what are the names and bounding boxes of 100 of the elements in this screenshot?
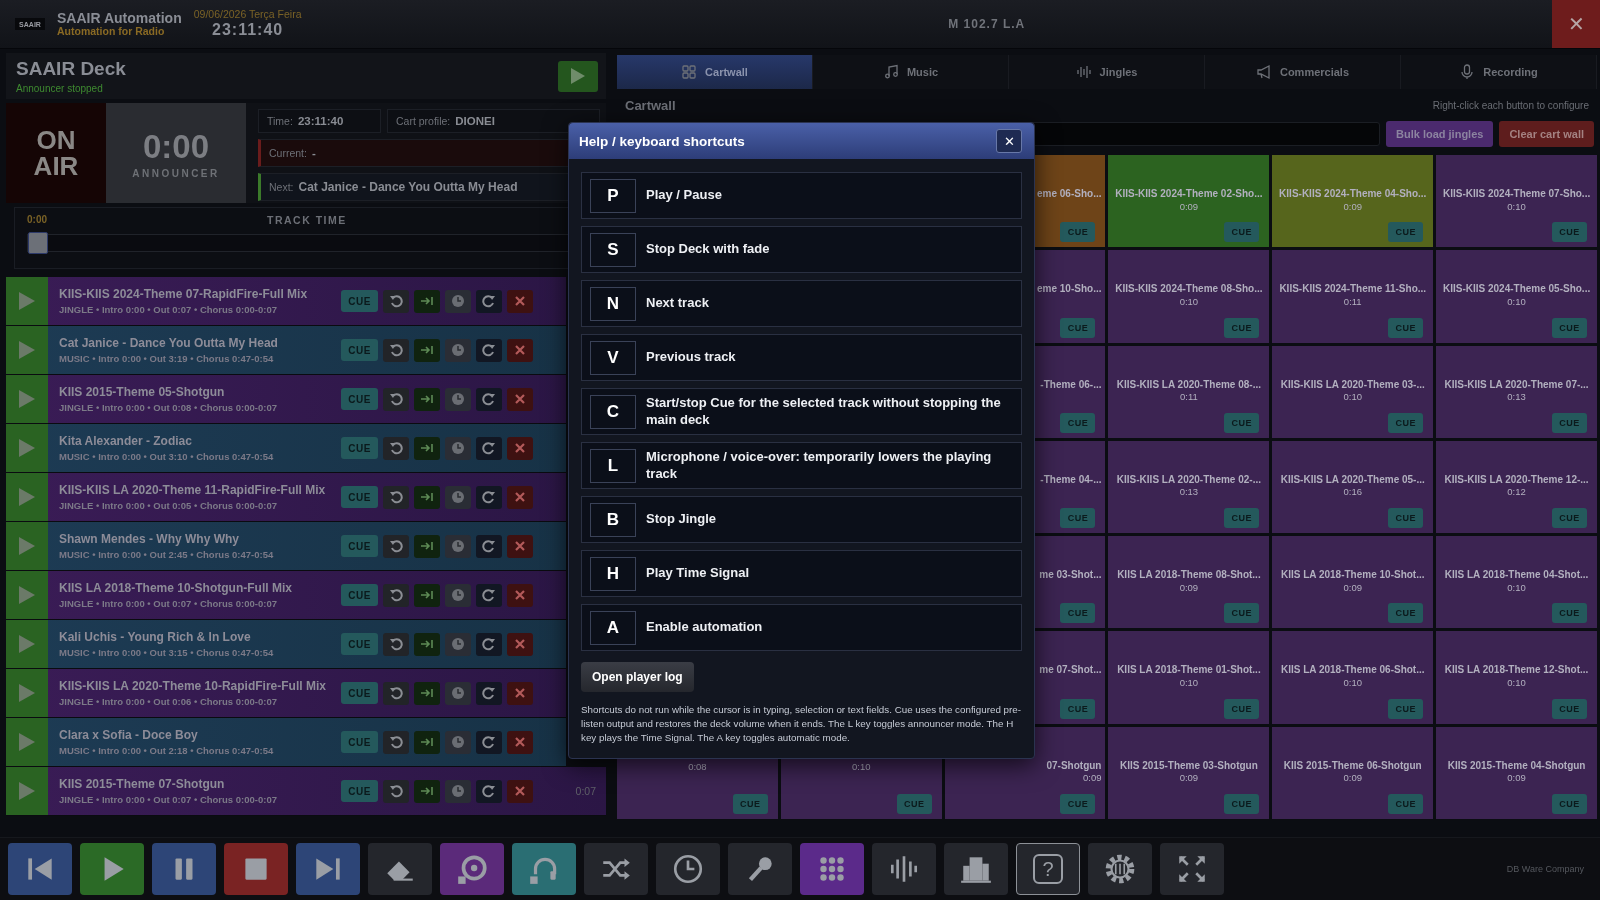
- repeat-button[interactable]: [476, 632, 502, 656]
- remove-button[interactable]: [507, 681, 533, 705]
- cue-button[interactable]: CUE: [1388, 222, 1424, 243]
- rewind-button[interactable]: [383, 387, 409, 411]
- cue-button[interactable]: CUE: [341, 780, 378, 802]
- cue-button[interactable]: CUE: [1388, 508, 1424, 529]
- cue-button[interactable]: CUE: [341, 290, 378, 312]
- skip-to-end-button[interactable]: [414, 779, 440, 803]
- cart-button[interactable]: KIIS LA 2018-Theme 10-Shot... 0:09 CUE: [1272, 536, 1434, 629]
- rewind-button[interactable]: [383, 632, 409, 656]
- close-button[interactable]: ✕: [1552, 0, 1600, 48]
- repeat-button[interactable]: [476, 289, 502, 313]
- cart-button[interactable]: KIIS-KIIS 2024-Theme 05-Sho... 0:10 CUE: [1436, 250, 1597, 343]
- remove-button[interactable]: [507, 632, 533, 656]
- skip-to-end-button[interactable]: [414, 338, 440, 362]
- cue-button[interactable]: CUE: [341, 633, 378, 655]
- remove-button[interactable]: [507, 289, 533, 313]
- playlist-row[interactable]: Kita Alexander - Zodiac MUSIC • Intro 0:00 • Out 3:10 • Chorus 0:47-0:54 CUE: [6, 424, 566, 473]
- help-button[interactable]: ?: [1016, 843, 1080, 895]
- playlist-row[interactable]: KIIS-KIIS 2024-Theme 07-RapidFire-Full Mix JINGLE • Intro 0:00 • Out 0:07 • Chorus 0:00-0:07 CUE: [6, 277, 566, 326]
- schedule-button[interactable]: [445, 485, 471, 509]
- cue-button[interactable]: CUE: [341, 584, 378, 606]
- schedule-button[interactable]: [445, 681, 471, 705]
- playlist-row[interactable]: KIIS-KIIS LA 2020-Theme 10-RapidFire-Full Mix JINGLE • Intro 0:00 • Out 0:06 • Chorus 0:00-0:07 CUE: [6, 669, 566, 718]
- cartwall-button[interactable]: [800, 843, 864, 895]
- cue-button[interactable]: CUE: [1552, 794, 1587, 814]
- repeat-button[interactable]: [476, 583, 502, 607]
- cue-button[interactable]: CUE: [1224, 508, 1260, 529]
- shuffle-button[interactable]: [584, 843, 648, 895]
- remove-button[interactable]: [507, 387, 533, 411]
- cart-button[interactable]: KIIS-KIIS LA 2020-Theme 02-... 0:13 CUE: [1108, 440, 1270, 534]
- playlist-row[interactable]: KIIS 2015-Theme 07-Shotgun JINGLE • Intro 0:00 • Out 0:07 • Chorus 0:00-0:07 CUE 0:07: [6, 767, 606, 816]
- skip-to-end-button[interactable]: [414, 387, 440, 411]
- skip-to-end-button[interactable]: [414, 583, 440, 607]
- skip-to-end-button[interactable]: [414, 289, 440, 313]
- rewind-button[interactable]: [383, 338, 409, 362]
- cue-button[interactable]: CUE: [1552, 698, 1587, 719]
- repeat-button[interactable]: [476, 338, 502, 362]
- repeat-button[interactable]: [476, 681, 502, 705]
- clock-button[interactable]: [656, 843, 720, 895]
- headphones-button[interactable]: [512, 843, 576, 895]
- schedule-button[interactable]: [445, 387, 471, 411]
- schedule-button[interactable]: [445, 534, 471, 558]
- cue-button[interactable]: CUE: [1388, 794, 1424, 814]
- rewind-button[interactable]: [383, 436, 409, 460]
- cue-button[interactable]: CUE: [1552, 603, 1587, 624]
- previous-button[interactable]: [8, 843, 72, 895]
- cart-button[interactable]: KIIS LA 2018-Theme 04-Shot... 0:10 CUE: [1436, 536, 1597, 629]
- remove-button[interactable]: [507, 338, 533, 362]
- pause-button[interactable]: [152, 843, 216, 895]
- cue-button[interactable]: CUE: [1060, 603, 1096, 624]
- cue-button[interactable]: CUE: [341, 388, 378, 410]
- cart-button[interactable]: KIIS-KIIS 2024-Theme 11-Sho... 0:11 CUE: [1272, 250, 1434, 343]
- cue-button[interactable]: CUE: [341, 339, 378, 361]
- open-log-button[interactable]: Open player log: [581, 662, 694, 692]
- skip-to-end-button[interactable]: [414, 534, 440, 558]
- rewind-button[interactable]: [383, 289, 409, 313]
- repeat-button[interactable]: [476, 485, 502, 509]
- cue-button[interactable]: CUE: [1552, 222, 1587, 243]
- cart-button[interactable]: KIIS-KIIS 2024-Theme 04-Sho... 0:09 CUE: [1272, 155, 1434, 248]
- cart-button[interactable]: KIIS LA 2018-Theme 08-Shot... 0:09 CUE: [1108, 536, 1270, 629]
- slider-thumb[interactable]: [28, 232, 48, 254]
- cart-button[interactable]: KIIS-KIIS 2024-Theme 02-Sho... 0:09 CUE: [1108, 155, 1270, 248]
- play-button[interactable]: [558, 60, 598, 92]
- rewind-button[interactable]: [383, 534, 409, 558]
- cart-button[interactable]: KIIS 2015-Theme 04-Shotgun 0:09 CUE: [1436, 726, 1597, 819]
- cue-button[interactable]: CUE: [1060, 317, 1096, 338]
- play-button[interactable]: [80, 843, 144, 895]
- cue-button[interactable]: CUE: [1224, 603, 1260, 624]
- cue-button[interactable]: CUE: [1060, 698, 1096, 719]
- cue-button[interactable]: CUE: [1224, 794, 1260, 814]
- settings-button[interactable]: [1088, 843, 1152, 895]
- cart-button[interactable]: KIIS-KIIS LA 2020-Theme 12-... 0:12 CUE: [1436, 440, 1597, 534]
- cue-button[interactable]: CUE: [1388, 412, 1424, 433]
- cue-button[interactable]: CUE: [1552, 412, 1587, 433]
- cue-button[interactable]: CUE: [341, 535, 378, 557]
- cue-button[interactable]: CUE: [1224, 317, 1260, 338]
- skip-to-end-button[interactable]: [414, 436, 440, 460]
- playlist-row[interactable]: KIIS LA 2018-Theme 10-Shotgun-Full Mix JINGLE • Intro 0:00 • Out 0:07 • Chorus 0:00-0:07 CUE: [6, 571, 566, 620]
- repeat-button[interactable]: [476, 387, 502, 411]
- playlist-row[interactable]: Kali Uchis - Young Rich & In Love MUSIC • Intro 0:00 • Out 3:15 • Chorus 0:47-0:54 CUE: [6, 620, 566, 669]
- cue-button[interactable]: CUE: [732, 794, 768, 814]
- skip-to-end-button[interactable]: [414, 730, 440, 754]
- remove-button[interactable]: [507, 779, 533, 803]
- next-button[interactable]: [296, 843, 360, 895]
- fullscreen-button[interactable]: [1160, 843, 1224, 895]
- remove-button[interactable]: [507, 730, 533, 754]
- cue-button[interactable]: CUE: [1060, 508, 1096, 529]
- cue-button[interactable]: CUE: [341, 731, 378, 753]
- cart-button[interactable]: KIIS-KIIS LA 2020-Theme 08-... 0:11 CUE: [1108, 345, 1270, 438]
- cue-button[interactable]: CUE: [1552, 508, 1587, 529]
- playlist-row[interactable]: KIIS-KIIS LA 2020-Theme 11-RapidFire-Full Mix JINGLE • Intro 0:00 • Out 0:05 • Chorus 0:00-0:07 CUE: [6, 473, 566, 522]
- cue-button[interactable]: CUE: [1388, 317, 1424, 338]
- remove-button[interactable]: [507, 485, 533, 509]
- rewind-button[interactable]: [383, 779, 409, 803]
- rewind-button[interactable]: [383, 485, 409, 509]
- schedule-button[interactable]: [445, 730, 471, 754]
- schedule-button[interactable]: [445, 779, 471, 803]
- cart-button[interactable]: KIIS-KIIS 2024-Theme 08-Sho... 0:10 CUE: [1108, 250, 1270, 343]
- clear-button[interactable]: [368, 843, 432, 895]
